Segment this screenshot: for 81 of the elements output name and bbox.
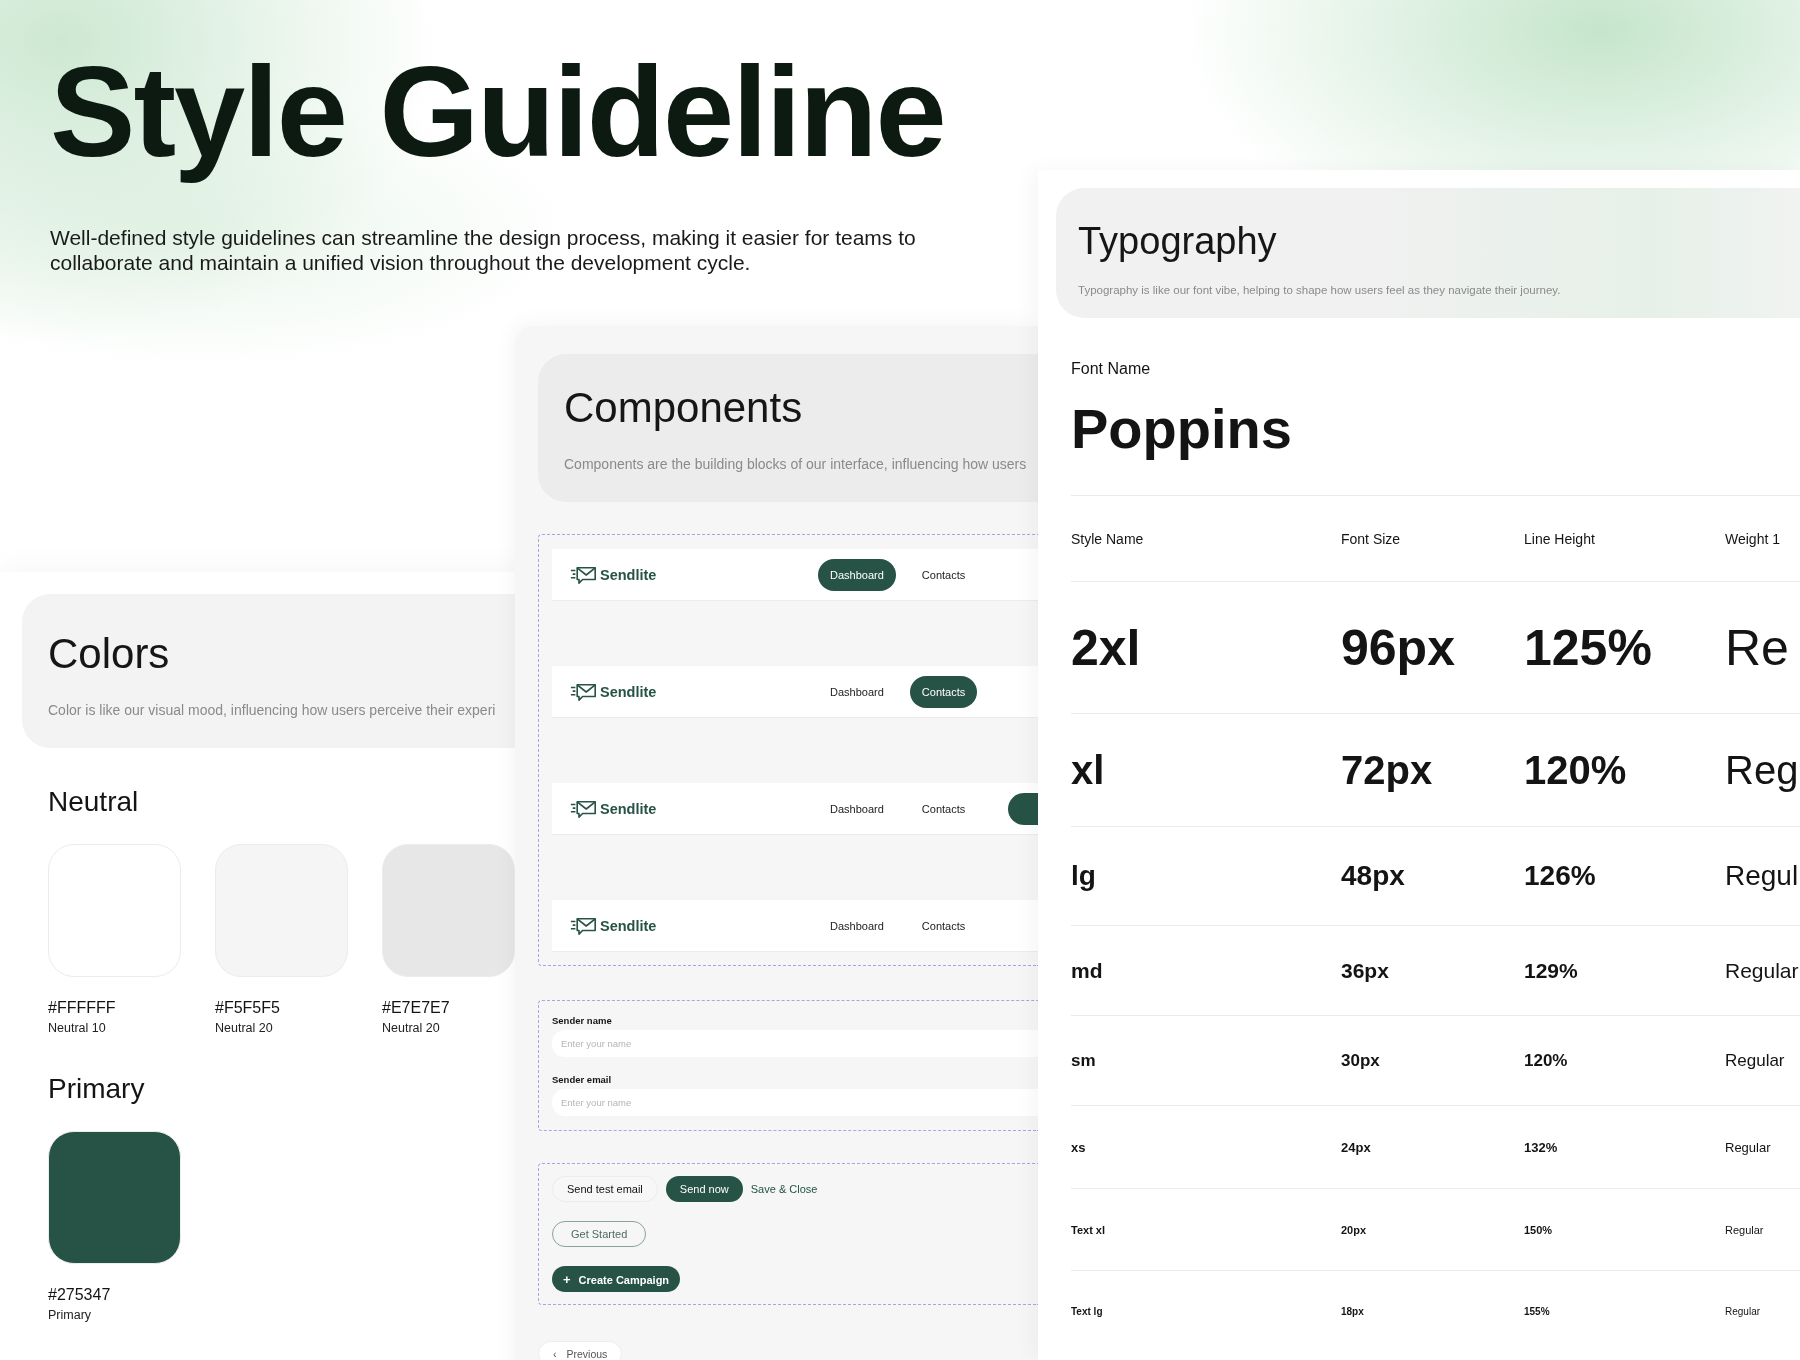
section-title: Typography xyxy=(1078,220,1278,263)
nav-tab[interactable]: Dashboard xyxy=(818,792,896,825)
nav-tab[interactable]: Contacts xyxy=(909,909,978,942)
field-label: Sender email xyxy=(552,1074,613,1085)
column-header: Font Size xyxy=(1341,530,1402,547)
input-field[interactable]: Enter your name xyxy=(552,1030,1038,1057)
table-cell-text: 48px xyxy=(1341,860,1406,892)
section-subtitle: Components are the building blocks of our interface, influencing how users xyxy=(564,456,1028,472)
color-name: Primary xyxy=(48,1308,93,1322)
table-cell-text: sm xyxy=(1071,1050,1097,1071)
column-header: Style Name xyxy=(1071,530,1145,547)
table-cell-text: 155% xyxy=(1524,1305,1551,1317)
color-hex: #E7E7E7 xyxy=(382,999,451,1017)
table-cell-text: lg xyxy=(1071,860,1097,892)
column-header: Weight 1 xyxy=(1725,530,1781,547)
table-cell-text: Regular xyxy=(1725,1139,1772,1155)
table-cell-text: Regular xyxy=(1725,1050,1786,1071)
brand-name: Sendlite xyxy=(600,800,657,817)
brand-name: Sendlite xyxy=(600,683,657,700)
table-cell-text: 24px xyxy=(1341,1139,1372,1155)
nav-tab[interactable]: Dashboard xyxy=(818,675,896,708)
text-button[interactable]: Save & Close xyxy=(750,1176,818,1202)
table-cell-text: 18px xyxy=(1341,1305,1365,1317)
table-cell-text: 72px xyxy=(1341,747,1434,793)
table-cell-text: 129% xyxy=(1524,958,1579,983)
button[interactable]: Send now xyxy=(665,1176,743,1202)
table-cell-text: 96px xyxy=(1341,618,1456,677)
section-subtitle: Color is like our visual mood, influencing how users perceive their experi xyxy=(48,702,497,718)
previous-button[interactable]: ‹ Previous xyxy=(538,1341,623,1360)
table-cell-text: Text xl xyxy=(1071,1223,1107,1236)
nav-tab[interactable]: Contacts xyxy=(909,675,978,708)
nav-tab[interactable]: Contacts xyxy=(909,558,978,591)
color-hex: #F5F5F5 xyxy=(215,999,281,1017)
field-label: Sender name xyxy=(552,1015,613,1026)
color-name: Neutral 20 xyxy=(382,1021,441,1035)
brand-name: Sendlite xyxy=(600,917,657,934)
envelope-icon xyxy=(570,564,597,585)
section-subtitle: Typography is like our font vibe, helping to shape how users feel as they navigate their journey. xyxy=(1078,283,1562,298)
table-cell: Regular xyxy=(1725,958,1800,983)
nav-tab[interactable] xyxy=(1008,792,1038,825)
table-cell-text: 125% xyxy=(1524,618,1653,677)
nav-tab[interactable]: Contacts xyxy=(909,792,978,825)
column-header: Line Height xyxy=(1524,530,1596,547)
table-cell-text: xs xyxy=(1071,1139,1087,1155)
input-field[interactable]: Enter your name xyxy=(552,1089,1038,1116)
table-cell-text: 36px xyxy=(1341,958,1390,983)
table-cell-text: 2xl xyxy=(1071,618,1142,677)
color-name: Neutral 10 xyxy=(48,1021,107,1035)
table-cell-text: Re xyxy=(1725,618,1790,677)
nav-tab[interactable]: Dashboard xyxy=(818,909,896,942)
color-group-title: Neutral xyxy=(48,786,140,818)
nav-tab[interactable]: Dashboard xyxy=(818,558,896,591)
table-cell-text: xl xyxy=(1071,747,1106,793)
color-name: Neutral 20 xyxy=(215,1021,274,1035)
table-cell-text: 120% xyxy=(1524,1050,1569,1071)
table-cell-text: Regular xyxy=(1725,1305,1762,1317)
table-cell-text: Text lg xyxy=(1071,1305,1104,1317)
envelope-icon xyxy=(570,915,597,936)
page-title: Style Guideline xyxy=(50,39,945,183)
section-title: Components xyxy=(564,384,804,432)
table-cell: Reg xyxy=(1725,747,1800,793)
section-title: Colors xyxy=(48,630,171,678)
page-description: Well-defined style guidelines can streamline the design process, making it easier for teams to collaborate and maintain a unified vision throughout the development cycle. xyxy=(50,224,917,275)
envelope-icon xyxy=(570,798,597,819)
color-hex: #FFFFFF xyxy=(48,999,117,1017)
table-cell-text: 126% xyxy=(1524,860,1597,892)
table-cell-text: md xyxy=(1071,958,1104,983)
table-cell-text: 120% xyxy=(1524,747,1628,793)
table-cell-text: 30px xyxy=(1341,1050,1381,1071)
brand-name: Sendlite xyxy=(600,566,657,583)
table-cell-text: 150% xyxy=(1524,1223,1554,1236)
color-hex: #275347 xyxy=(48,1286,112,1304)
envelope-icon xyxy=(570,681,597,702)
button[interactable]: + Create Campaign xyxy=(552,1266,681,1292)
button[interactable]: Send test email xyxy=(552,1176,658,1202)
table-cell: Regul xyxy=(1725,860,1800,892)
font-name: Poppins xyxy=(1071,396,1293,461)
table-cell-text: Regular xyxy=(1725,1223,1765,1236)
font-label: Font Name xyxy=(1071,360,1152,378)
table-cell-text: 20px xyxy=(1341,1223,1368,1236)
table-cell-text: 132% xyxy=(1524,1139,1559,1155)
